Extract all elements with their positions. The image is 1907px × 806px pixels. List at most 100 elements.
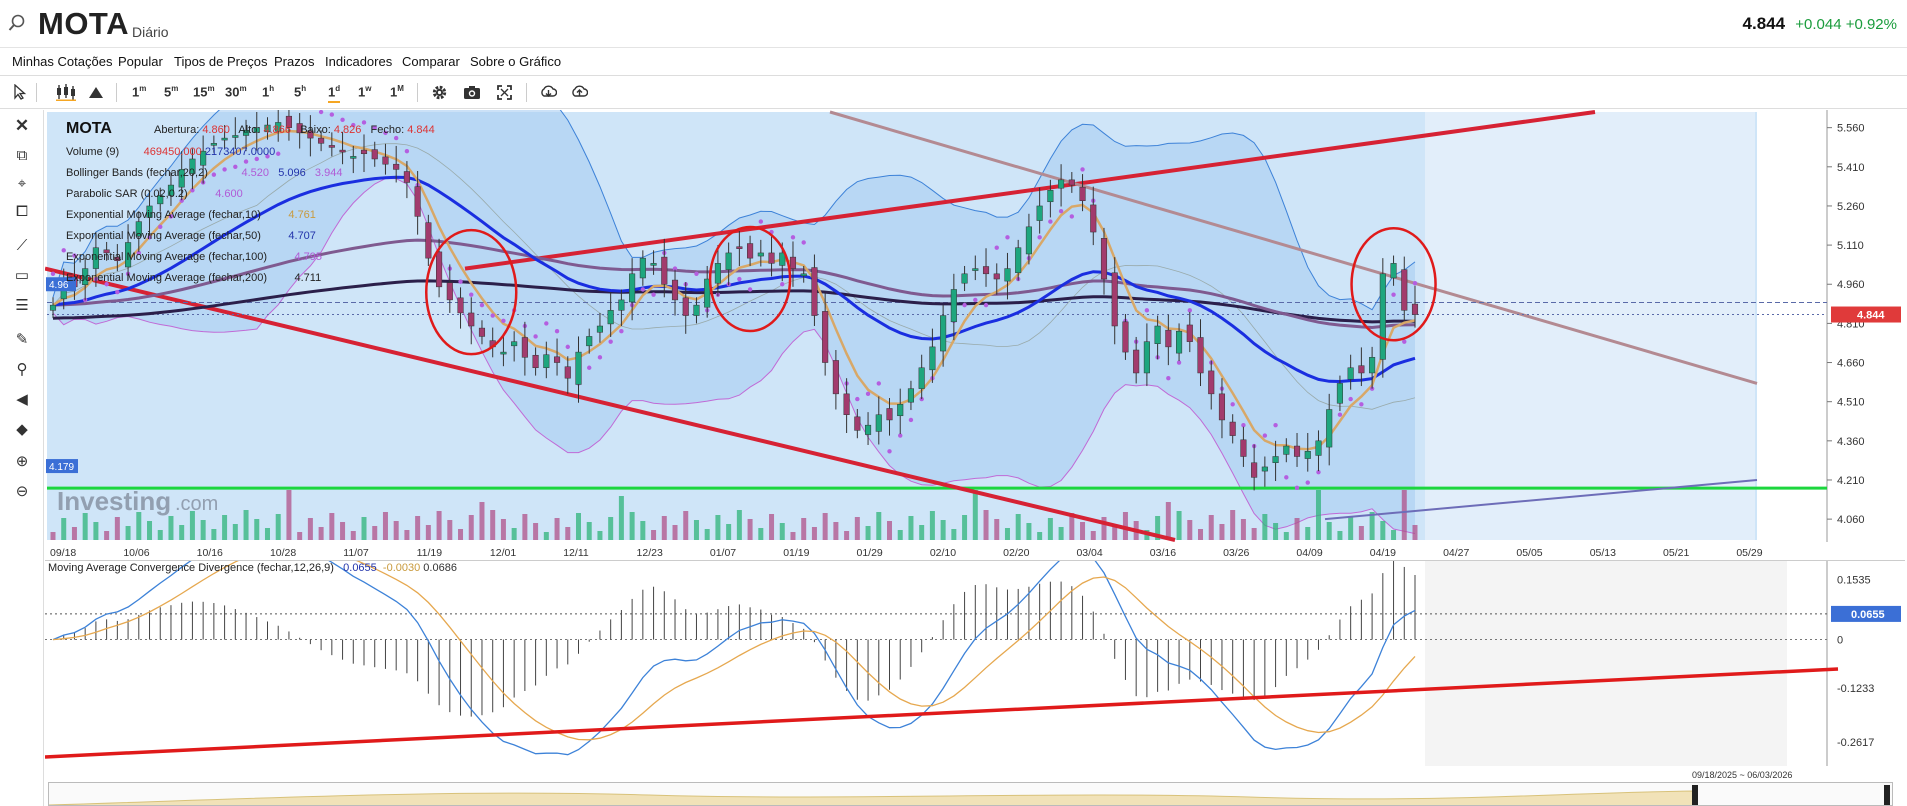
volume-bar [758,528,764,540]
menu-item-sobre-o-grafico[interactable]: Sobre o Gráfico [470,54,561,69]
volume-bar [382,512,388,540]
volume-bar [168,516,174,540]
volume-bar [318,527,324,540]
menu-item-comparar[interactable]: Comparar [402,54,460,69]
candle-body [1025,226,1032,255]
volume-bar [640,521,646,540]
candle-body [564,366,571,379]
volume-bar [425,525,431,540]
sar-dot [490,313,495,318]
sar-dot [1080,167,1085,172]
legend-ema200[interactable]: Exponential Moving Average (fechar,200) … [66,272,321,284]
candle-body [661,256,668,285]
trendline-tool-icon[interactable]: ⟋ [12,236,32,256]
sound-tool-icon[interactable]: ◀ [12,390,32,410]
menu-item-prazos[interactable]: Prazos [274,54,314,69]
volume-bar [801,518,807,540]
timeframe-15m[interactable]: 15m [193,84,215,99]
candle-body [511,341,518,347]
timeframe-1M[interactable]: 1M [390,84,404,99]
legend-ema100[interactable]: Exponential Moving Average (fechar,100) … [66,251,322,263]
rectangle-tool-icon[interactable]: ▭ [12,266,32,286]
menu-item-popular[interactable]: Popular [118,54,163,69]
volume-bar [919,525,925,540]
sar-dot [243,159,249,164]
zoom-in-tool-icon[interactable]: ⊕ [12,452,32,472]
close-icon[interactable]: ✕ [12,116,32,136]
candle-body [457,297,464,314]
volume-bar [500,519,506,540]
fibonacci-tool-icon[interactable]: ☰ [12,296,32,316]
zoom-out-tool-icon[interactable]: ⊖ [12,482,32,502]
volume-bar [361,517,367,540]
menu-item-indicadores[interactable]: Indicadores [325,54,392,69]
volume-bar [726,524,732,540]
timeframe-1d[interactable]: 1d [328,84,341,104]
legend-ema50[interactable]: Exponential Moving Average (fechar,50) 4… [66,230,316,242]
timeframe-1h[interactable]: 1h [262,84,274,99]
cursor-icon[interactable] [13,84,27,100]
date-tick-label: 03/16 [1150,547,1176,559]
fullscreen-icon[interactable] [497,85,512,100]
legend-sar[interactable]: Parabolic SAR (0.02,0.2) 4.600 [66,188,243,200]
candle-body [425,222,432,259]
navigator-bar[interactable] [48,782,1893,806]
volume-bar [929,511,935,540]
price-tick-label: 5.410 [1837,162,1865,174]
sar-dot [565,344,570,350]
eraser-tool-icon[interactable]: ◆ [12,420,32,440]
magnet-tool-icon[interactable]: ⚲ [12,360,32,380]
sar-dot [587,365,592,370]
sar-dot [747,287,753,292]
sar-dot [1348,396,1353,402]
legend-ohlc: Abertura: 4.860 Alto: 4.866 Baixo: 4.826… [154,124,435,136]
legend-volume[interactable]: Volume (9) 469450.000 2173407.0000 [66,146,275,158]
copy-tool-icon[interactable]: ⧠ [12,202,32,222]
date-tick-label: 12/01 [490,547,516,559]
sar-dot [898,433,903,438]
candle-body [929,346,936,371]
candles-icon[interactable] [55,83,77,101]
menu-item-tipos-de-precos[interactable]: Tipos de Preços [174,54,267,69]
candle-body [1336,383,1343,404]
volume-bar [940,520,946,540]
timeframe-30m[interactable]: 30m [225,84,247,99]
timeframe-5m[interactable]: 5m [164,84,178,99]
date-tick-label: 12/11 [563,547,589,559]
timeframe-5h[interactable]: 5h [294,84,306,99]
volume-bar [479,502,485,540]
mountain-icon[interactable] [88,85,104,99]
sar-dot [276,151,281,156]
candle-body [414,186,421,217]
candle-body [371,149,378,160]
volume-bar [586,522,592,540]
timeframe-1m[interactable]: 1m [132,84,146,99]
brush-tool-icon[interactable]: ✎ [12,330,32,350]
candle-body [822,311,829,363]
legend-ema10[interactable]: Exponential Moving Average (fechar,10) 4… [66,209,316,221]
sar-dot [1262,433,1268,438]
crosshair-tool-icon[interactable]: ⌖ [12,174,32,194]
sar-dot [501,318,506,323]
menu-item-minhas-cotacoes[interactable]: Minhas Cotações [12,54,112,69]
macd-legend[interactable]: Moving Average Convergence Divergence (f… [48,562,457,574]
download-icon[interactable] [540,84,557,101]
volume-bar [468,515,474,540]
search-icon[interactable] [8,14,26,32]
volume-bar [972,490,978,540]
candle-body [575,351,582,385]
candle-body [650,263,657,266]
sar-dot [393,135,399,141]
camera-icon[interactable] [463,85,481,100]
gear-icon[interactable] [431,84,448,101]
zoom-tool-icon[interactable]: ⧉ [12,146,32,166]
candle-body [1251,462,1258,478]
timeframe-1w[interactable]: 1w [358,84,371,99]
upload-icon[interactable] [571,84,588,101]
candle-body [1347,367,1354,380]
legend-bollinger[interactable]: Bollinger Bands (fechar,20,2) 4.520 5.09… [66,167,342,179]
volume-bar [1090,531,1096,540]
candle-body [49,304,57,311]
date-tick-label: 02/20 [1003,547,1029,559]
macd-chart[interactable]: 0.1535 0 -0.1233 -0.2617 0.0655 [45,560,1905,766]
